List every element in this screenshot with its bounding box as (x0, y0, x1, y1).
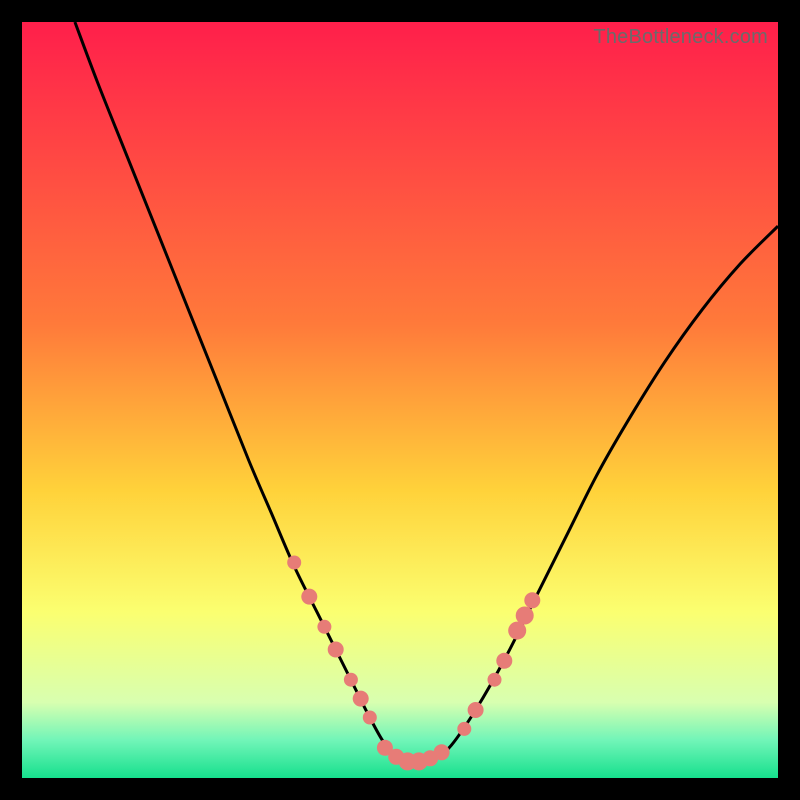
chart-background (22, 22, 778, 778)
marker-left-low-2 (353, 691, 369, 707)
marker-left-upper-1 (287, 556, 301, 570)
marker-left-upper-2 (301, 589, 317, 605)
marker-left-low-1 (344, 673, 358, 687)
marker-right-low-2 (468, 702, 484, 718)
marker-left-low-3 (363, 711, 377, 725)
marker-left-mid-2 (328, 642, 344, 658)
chart-frame: TheBottleneck.com (22, 22, 778, 778)
watermark-text: TheBottleneck.com (593, 26, 768, 49)
marker-right-low-1 (457, 722, 471, 736)
marker-left-mid-1 (317, 620, 331, 634)
chart-svg (22, 22, 778, 778)
marker-right-upper-3 (524, 592, 540, 608)
marker-right-mid-1 (488, 673, 502, 687)
marker-right-mid-2 (496, 653, 512, 669)
marker-bottom-6 (434, 744, 450, 760)
marker-right-upper-2 (516, 607, 534, 625)
